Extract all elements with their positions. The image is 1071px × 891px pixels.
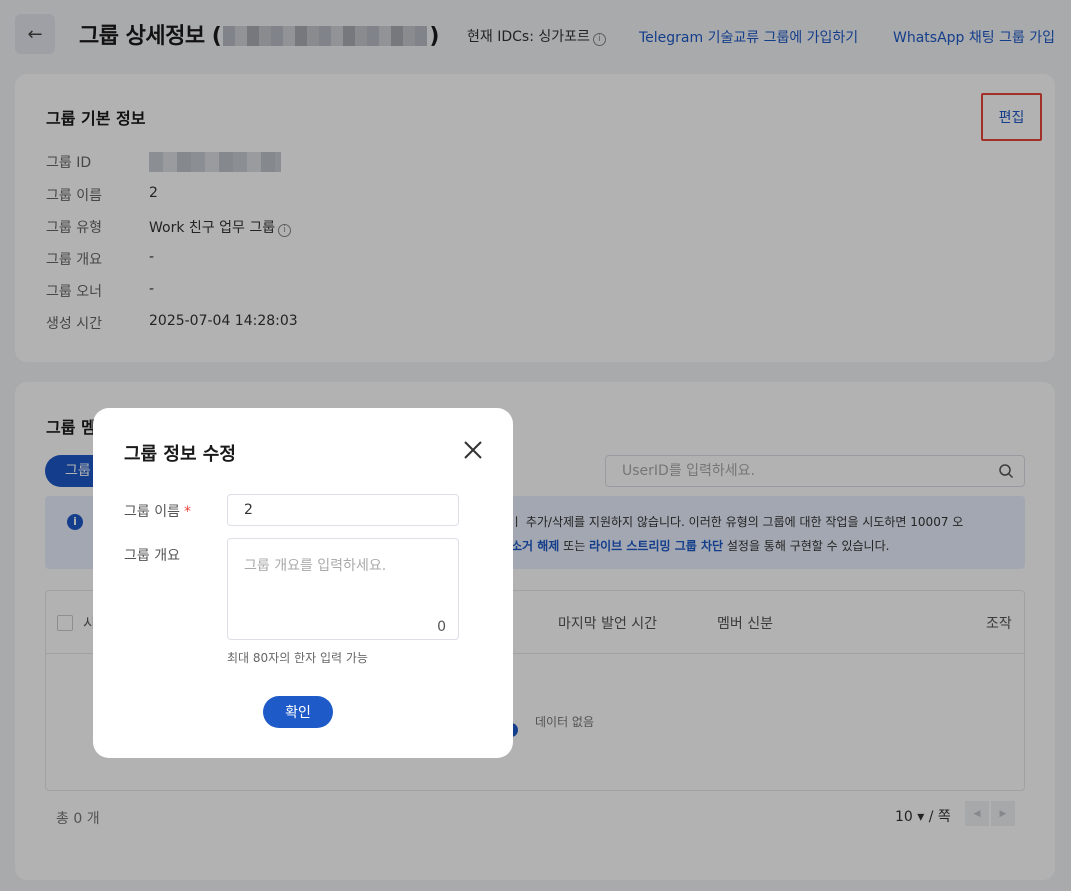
group-intro-label: 그룹 개요	[124, 548, 180, 564]
char-count: 0	[437, 619, 446, 635]
confirm-button[interactable]: 확인	[263, 696, 333, 728]
group-intro-textarea[interactable]	[228, 539, 456, 619]
group-name-input[interactable]	[227, 494, 459, 526]
edit-group-modal: 그룹 정보 수정 그룹 이름* 그룹 개요 0 최대 80자의 한자 입력 가능…	[93, 408, 513, 758]
group-intro-field: 0	[227, 538, 459, 640]
close-icon[interactable]	[462, 439, 484, 461]
modal-title: 그룹 정보 수정	[124, 444, 236, 465]
intro-hint: 최대 80자의 한자 입력 가능	[227, 651, 368, 665]
group-name-label: 그룹 이름 *	[124, 504, 191, 520]
